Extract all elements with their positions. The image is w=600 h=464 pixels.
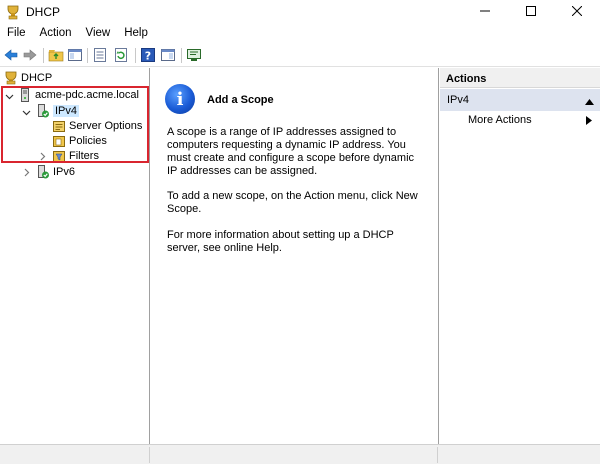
dhcp-icon — [4, 71, 18, 85]
refresh-icon[interactable] — [113, 47, 129, 63]
maximize-button[interactable] — [508, 0, 554, 24]
tree-label: DHCP — [21, 72, 53, 84]
status-segment — [0, 447, 150, 463]
info-paragraph: To add a new scope, on the Action menu, … — [167, 190, 418, 215]
results-pane: i Add a Scope A scope is a range of IP a… — [151, 68, 439, 444]
properties-icon[interactable] — [92, 47, 108, 63]
close-button[interactable] — [554, 0, 600, 24]
actions-section-ipv4[interactable]: IPv4 — [440, 89, 600, 111]
maximize-icon — [526, 5, 536, 19]
info-paragraph: A scope is a range of IP addresses assig… — [167, 126, 415, 177]
info-paragraph: For more information about setting up a … — [167, 229, 394, 254]
svg-text:?: ? — [145, 50, 151, 63]
show-hide-console-tree-icon[interactable] — [67, 47, 83, 63]
up-folder-icon[interactable] — [48, 47, 64, 63]
menu-action[interactable]: Action — [33, 25, 79, 43]
status-bar — [0, 444, 600, 464]
help-icon[interactable]: ? — [140, 47, 156, 63]
actions-header: Actions — [440, 68, 600, 88]
title-bar: DHCP — [0, 0, 600, 24]
dhcp-app-icon — [6, 4, 20, 20]
window-title: DHCP — [26, 5, 61, 19]
toolbar: ? — [0, 44, 600, 67]
toolbar-separator — [87, 48, 88, 63]
close-icon — [571, 5, 583, 19]
show-action-pane-icon[interactable] — [160, 47, 176, 63]
status-segment — [150, 447, 438, 463]
tree-label: IPv6 — [53, 166, 76, 178]
info-title: Add a Scope — [207, 94, 274, 106]
submenu-arrow-icon — [586, 116, 592, 128]
actions-pane: Actions IPv4 More Actions — [440, 68, 600, 444]
toolbar-separator — [181, 48, 182, 63]
minimize-icon — [480, 6, 490, 19]
menu-view[interactable]: View — [79, 25, 118, 43]
console-tree: DHCP acme-pdc.acme.local IPv4 Server Opt… — [0, 68, 150, 444]
menu-help[interactable]: Help — [117, 25, 155, 43]
minimize-button[interactable] — [462, 0, 508, 24]
collapse-up-icon[interactable] — [585, 96, 594, 108]
toolbar-separator — [135, 48, 136, 63]
console-icon[interactable] — [186, 47, 202, 63]
tree-item-ipv6[interactable]: IPv6 — [36, 164, 75, 180]
more-actions-label: More Actions — [468, 114, 532, 126]
menu-file[interactable]: File — [0, 25, 33, 43]
more-actions-item[interactable]: More Actions — [468, 114, 532, 126]
info-icon: i — [165, 84, 195, 114]
tree-item-dhcp-root[interactable]: DHCP — [4, 70, 52, 86]
highlight-annotation-box — [1, 86, 149, 163]
ipv6-server-icon — [36, 165, 50, 179]
toolbar-separator — [43, 48, 44, 63]
forward-arrow-icon[interactable] — [22, 47, 38, 63]
actions-section-label: IPv4 — [447, 94, 470, 106]
back-arrow-icon[interactable] — [3, 47, 19, 63]
menu-bar: File Action View Help — [0, 25, 155, 43]
chevron-right-icon[interactable] — [22, 168, 31, 177]
